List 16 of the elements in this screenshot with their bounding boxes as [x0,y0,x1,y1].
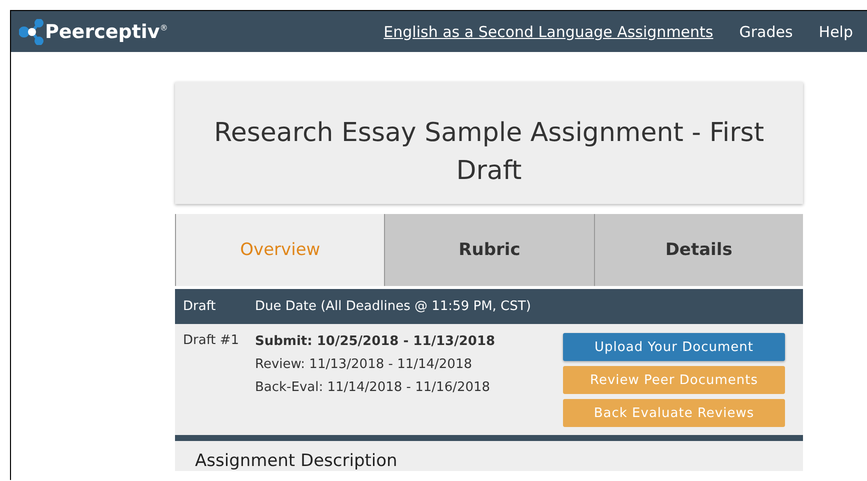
nav-link[interactable]: English as a Second Language Assignments [384,22,714,40]
column-header: Draft [183,299,217,314]
due-date: Back-Eval: 11/14/2018 - 11/16/2018 [255,380,492,395]
nav-link[interactable]: Help [818,22,853,40]
tab[interactable]: Details [594,214,803,286]
action-button[interactable]: Upload Your Document [563,333,785,361]
logo-icon [19,18,45,44]
brand-logo[interactable]: Peerceptiv$^{®}$ [45,20,168,42]
due-date: Submit: 10/25/2018 - 11/13/2018 [255,334,496,349]
section-heading: Assignment Description [195,451,398,471]
tab[interactable]: Rubric [384,214,594,286]
due-date: Review: 11/13/2018 - 11/14/2018 [255,357,473,372]
nav-link[interactable]: Grades [739,22,793,40]
assignment-title: Research Essay Sample Assignment - First Draft [212,117,766,188]
column-header: Due Date (All Deadlines @ 11:59 PM, CST) [255,299,531,314]
draft-label: Draft #1 [183,333,240,350]
